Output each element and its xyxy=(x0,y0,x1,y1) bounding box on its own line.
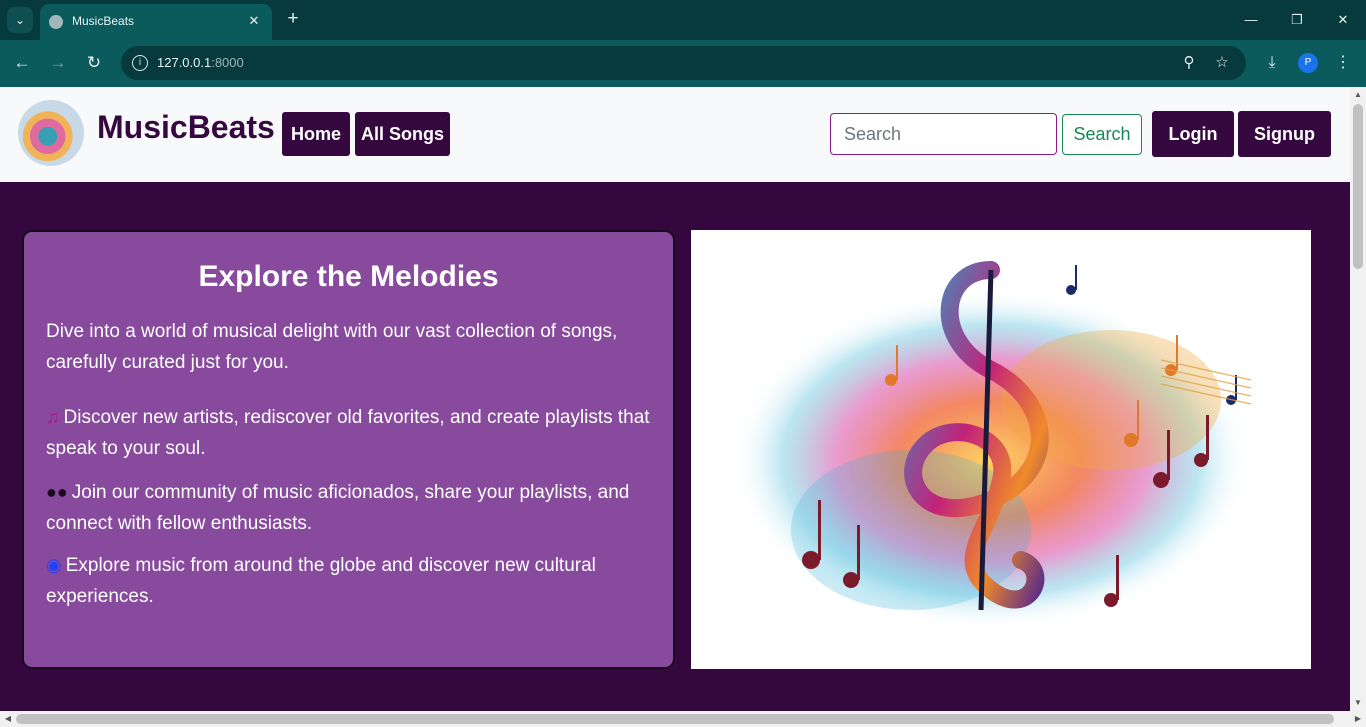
back-arrow-icon[interactable]: ← xyxy=(10,51,34,75)
site-navbar: MusicBeats Home All Songs Search Login S… xyxy=(0,87,1350,182)
page-viewport: MusicBeats Home All Songs Search Login S… xyxy=(0,87,1350,711)
reload-icon[interactable]: ↻ xyxy=(82,51,106,75)
feature-text: Discover new artists, rediscover old fav… xyxy=(46,407,650,459)
music-note-icon: ♫ xyxy=(46,407,60,427)
treble-clef-illustration xyxy=(731,261,1252,630)
search-button[interactable]: Search xyxy=(1062,114,1142,155)
music-art-image xyxy=(691,230,1311,669)
menu-kebab-icon[interactable]: ⋮ xyxy=(1332,52,1354,74)
login-button[interactable]: Login xyxy=(1152,111,1234,157)
feature-item: ♫ Discover new artists, rediscover old fa… xyxy=(46,402,656,464)
scroll-down-arrow-icon[interactable]: ▼ xyxy=(1350,695,1366,711)
users-icon: ●● xyxy=(46,482,68,502)
restore-icon[interactable]: ❐ xyxy=(1282,8,1312,32)
feature-text: Join our community of music aficionados,… xyxy=(46,482,630,534)
browser-tab-bar: ⌄ MusicBeats ✕ + — ❐ ✕ xyxy=(0,0,1366,40)
card-title: Explore the Melodies xyxy=(198,260,499,293)
close-window-icon[interactable]: ✕ xyxy=(1328,8,1358,32)
feature-text: Explore music from around the globe and … xyxy=(46,555,596,607)
horizontal-scrollbar[interactable]: ◀ ▶ xyxy=(0,711,1366,727)
url-host: 127.0.0.1 xyxy=(157,55,212,70)
bookmark-star-icon[interactable]: ☆ xyxy=(1212,53,1232,73)
brand-name[interactable]: MusicBeats xyxy=(97,109,275,146)
address-bar[interactable]: i 127.0.0.1:8000 ⚲ ☆ xyxy=(121,46,1246,80)
minimize-icon[interactable]: — xyxy=(1236,8,1266,32)
download-icon[interactable]: ⤓ xyxy=(1261,52,1283,74)
forward-arrow-icon[interactable]: → xyxy=(46,51,70,75)
brand-logo[interactable] xyxy=(18,100,84,166)
vertical-scrollbar[interactable]: ▲ ▼ xyxy=(1350,87,1366,711)
horizontal-scroll-thumb[interactable] xyxy=(16,714,1334,724)
close-tab-icon[interactable]: ✕ xyxy=(244,11,264,31)
explore-card: Explore the Melodies Dive into a world o… xyxy=(22,230,675,669)
scroll-right-arrow-icon[interactable]: ▶ xyxy=(1350,711,1366,727)
scroll-up-arrow-icon[interactable]: ▲ xyxy=(1350,87,1366,103)
new-tab-plus-icon[interactable]: + xyxy=(282,8,304,30)
signup-button[interactable]: Signup xyxy=(1238,111,1331,157)
search-input[interactable] xyxy=(830,113,1057,155)
url-text: 127.0.0.1:8000 xyxy=(157,55,244,70)
browser-tab[interactable]: MusicBeats ✕ xyxy=(40,4,272,40)
scroll-left-arrow-icon[interactable]: ◀ xyxy=(0,711,16,727)
tab-search-chevron-icon[interactable]: ⌄ xyxy=(7,7,33,33)
hero-section: Explore the Melodies Dive into a world o… xyxy=(0,182,1350,711)
browser-toolbar: ← → ↻ i 127.0.0.1:8000 ⚲ ☆ ⤓ P ⋮ xyxy=(0,40,1366,87)
vertical-scroll-thumb[interactable] xyxy=(1353,104,1363,269)
tab-title: MusicBeats xyxy=(72,14,135,28)
profile-avatar[interactable]: P xyxy=(1298,53,1318,73)
feature-item: ◉ Explore music from around the globe and… xyxy=(46,550,656,612)
site-info-icon[interactable]: i xyxy=(132,55,148,71)
globe-icon: ◉ xyxy=(46,555,62,575)
card-intro: Dive into a world of musical delight wit… xyxy=(46,321,618,373)
zoom-icon[interactable]: ⚲ xyxy=(1179,53,1199,73)
nav-all-songs-button[interactable]: All Songs xyxy=(355,112,450,156)
globe-favicon-icon xyxy=(49,15,63,29)
nav-home-button[interactable]: Home xyxy=(282,112,350,156)
feature-item: ●● Join our community of music aficionado… xyxy=(46,477,656,539)
url-port: :8000 xyxy=(211,55,244,70)
